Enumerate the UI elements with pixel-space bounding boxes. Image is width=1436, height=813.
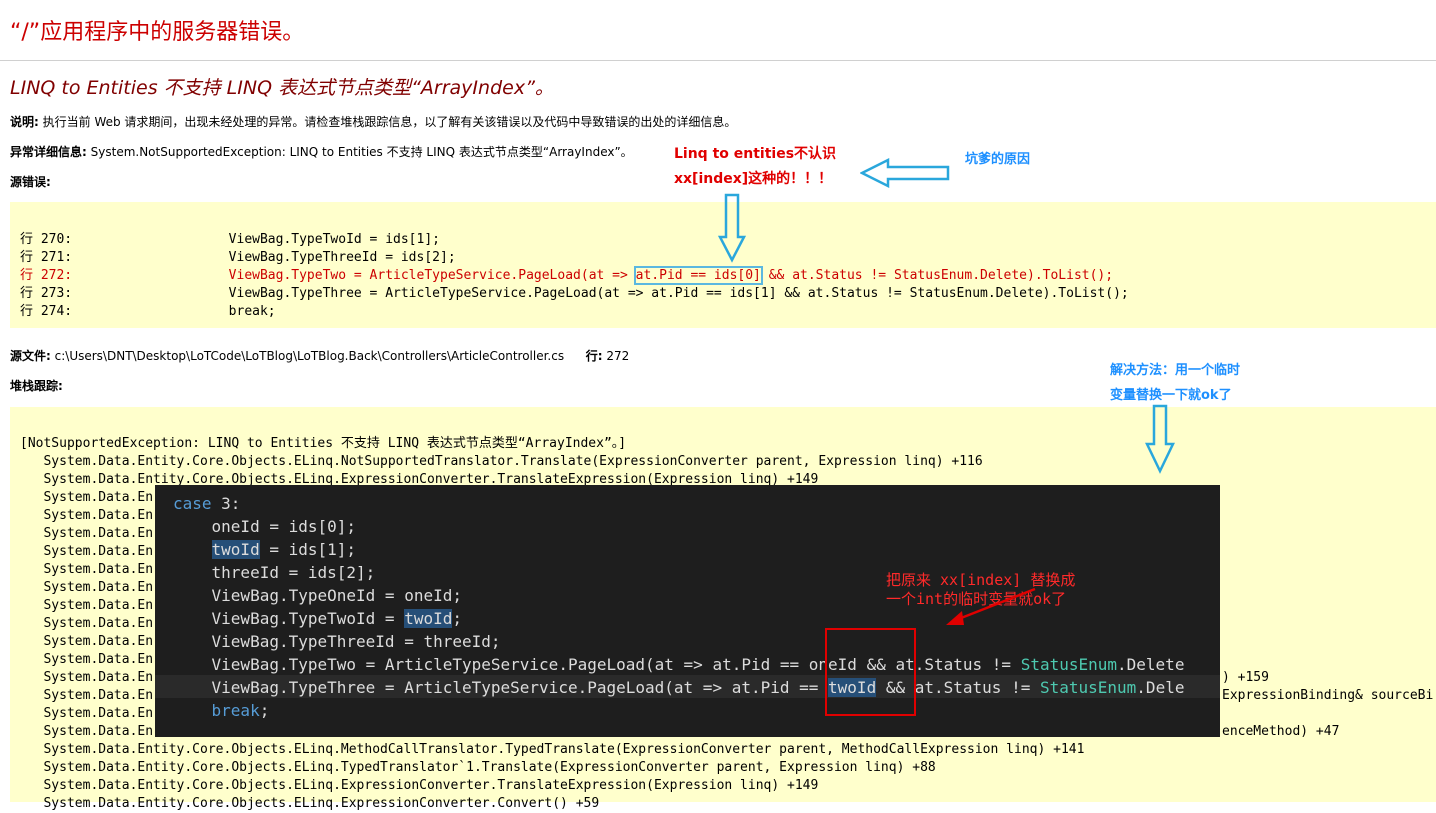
down-arrow-icon: [1145, 404, 1175, 474]
editor-line: threeId = ids[2];: [173, 563, 376, 582]
source-line-272: 行 272: ViewBag.TypeTwo = ArticleTypeServ…: [20, 266, 1114, 285]
code-text: = ids[1];: [259, 540, 357, 559]
type-name: StatusEnum: [1020, 655, 1118, 674]
stack-line: System.Data.En: [20, 526, 154, 541]
page-title: “/”应用程序中的服务器错误。: [10, 20, 305, 45]
keyword: break: [211, 701, 260, 720]
editor-line: ViewBag.TypeTwo = ArticleTypeService.Pag…: [173, 653, 1185, 676]
source-error-label-text: 源错误:: [10, 175, 51, 189]
stack-line: System.Data.En: [20, 634, 154, 649]
error-heading: LINQ to Entities 不支持 LINQ 表达式节点类型“ArrayI…: [10, 77, 554, 99]
code-text: .Dele: [1136, 678, 1185, 697]
source-line-271: 行 271: ViewBag.TypeThreeId = ids[2];: [20, 250, 456, 265]
description-text: 执行当前 Web 请求期间，出现未经处理的异常。请检查堆栈跟踪信息，以了解有关该…: [42, 115, 737, 129]
stack-line: System.Data.En: [20, 652, 154, 667]
stack-line: System.Data.Entity.Core.Objects.ELinq.Ty…: [20, 760, 936, 775]
source-line-273: 行 273: ViewBag.TypeThree = ArticleTypeSe…: [20, 286, 1129, 301]
divider: [0, 60, 1436, 61]
editor-line: ViewBag.TypeOneId = oneId;: [173, 586, 462, 605]
highlighted-identifier: twoId: [211, 540, 260, 559]
code-editor-overlay: case 3: oneId = ids[0]; twoId = ids[1]; …: [155, 485, 1220, 737]
exception-text: System.NotSupportedException: LINQ to En…: [90, 145, 633, 159]
stack-line: System.Data.En: [20, 688, 154, 703]
line-label: 行:: [585, 349, 603, 363]
stack-line: System.Data.En: [20, 670, 154, 685]
source-error-label: 源错误:: [10, 173, 51, 190]
highlight-rectangle: [825, 628, 916, 716]
stack-trace-label: 堆栈跟踪:: [10, 377, 63, 394]
line-value: 272: [606, 349, 630, 363]
source-file-label: 源文件:: [10, 349, 51, 363]
editor-line: oneId = ids[0];: [173, 517, 357, 536]
error-highlight-box: at.Pid == ids[0]: [633, 266, 763, 285]
source-file: 源文件: c:\Users\DNT\Desktop\LoTCode\LoTBlo…: [10, 347, 629, 364]
editor-line: break;: [173, 699, 270, 722]
highlighted-identifier: twoId: [404, 609, 453, 628]
stack-line: System.Data.En: [20, 580, 154, 595]
stack-line: System.Data.En: [20, 706, 154, 721]
exception-label: 异常详细信息:: [10, 145, 87, 159]
stack-line: System.Data.En: [20, 508, 154, 523]
code-text: ;: [452, 609, 462, 628]
editor-line: case 3:: [173, 492, 240, 515]
source-line-270: 行 270: ViewBag.TypeTwoId = ids[1];: [20, 232, 440, 247]
stack-line: System.Data.En: [20, 724, 154, 739]
annotation-red-1-line2: xx[index]这种的！！！: [674, 171, 833, 187]
editor-line: ViewBag.TypeTwoId = twoId;: [173, 607, 462, 630]
source-line-272-post: && at.Status != StatusEnum.Delete).ToLis…: [760, 268, 1114, 283]
type-name: StatusEnum: [1039, 678, 1137, 697]
source-line-272-pre: 行 272: ViewBag.TypeTwo = ArticleTypeServ…: [20, 268, 636, 283]
down-arrow-icon: [718, 193, 746, 263]
editor-line: ViewBag.TypeThreeId = threeId;: [173, 632, 501, 651]
stack-line-tail: enceMethod) +47: [1222, 724, 1340, 739]
stack-line: System.Data.En: [20, 490, 154, 505]
annotation-blue-1: 坑爹的原因: [965, 152, 1031, 167]
code-text: 3:: [211, 494, 241, 513]
pointer-arrow-icon: [946, 587, 1036, 625]
stack-line-tail: ExpressionBinding& sourceBi: [1222, 688, 1434, 703]
code-text: ViewBag.TypeThree = ArticleTypeService.P…: [173, 678, 829, 697]
stack-line: System.Data.En: [20, 562, 154, 577]
stack-line: System.Data.Entity.Core.Objects.ELinq.Ex…: [20, 778, 819, 793]
description-label: 说明:: [10, 115, 39, 129]
editor-line: ViewBag.TypeThree = ArticleTypeService.P…: [173, 676, 1184, 699]
left-arrow-icon: [860, 158, 950, 188]
code-text: ViewBag.TypeTwoId =: [173, 609, 405, 628]
editor-line: twoId = ids[1];: [173, 538, 356, 561]
stack-line-exception: [NotSupportedException: LINQ to Entities…: [20, 436, 627, 451]
description: 说明: 执行当前 Web 请求期间，出现未经处理的异常。请检查堆栈跟踪信息，以了…: [10, 113, 736, 130]
stack-line-tail: ) +159: [1222, 670, 1269, 685]
stack-line: System.Data.Entity.Core.Objects.ELinq.Ex…: [20, 796, 600, 811]
keyword: case: [173, 494, 212, 513]
stack-trace-label-text: 堆栈跟踪:: [10, 379, 63, 393]
code-text: ;: [259, 701, 270, 720]
annotation-blue-2-line2: 变量替换一下就ok了: [1110, 388, 1232, 403]
stack-line: System.Data.Entity.Core.Objects.ELinq.Me…: [20, 742, 1085, 757]
stack-line: System.Data.En: [20, 598, 154, 613]
annotation-blue-2-line1: 解决方法：用一个临时: [1110, 363, 1241, 378]
stack-line: System.Data.En: [20, 616, 154, 631]
exception-details: 异常详细信息: System.NotSupportedException: LI…: [10, 143, 633, 160]
source-line-274: 行 274: break;: [20, 304, 276, 319]
source-file-path: c:\Users\DNT\Desktop\LoTCode\LoTBlog\LoT…: [54, 349, 565, 363]
code-text: .Delete: [1117, 655, 1185, 674]
stack-line: System.Data.Entity.Core.Objects.ELinq.No…: [20, 454, 983, 469]
stack-line: System.Data.En: [20, 544, 154, 559]
annotation-red-1-line1: Linq to entities不认识: [674, 146, 837, 162]
